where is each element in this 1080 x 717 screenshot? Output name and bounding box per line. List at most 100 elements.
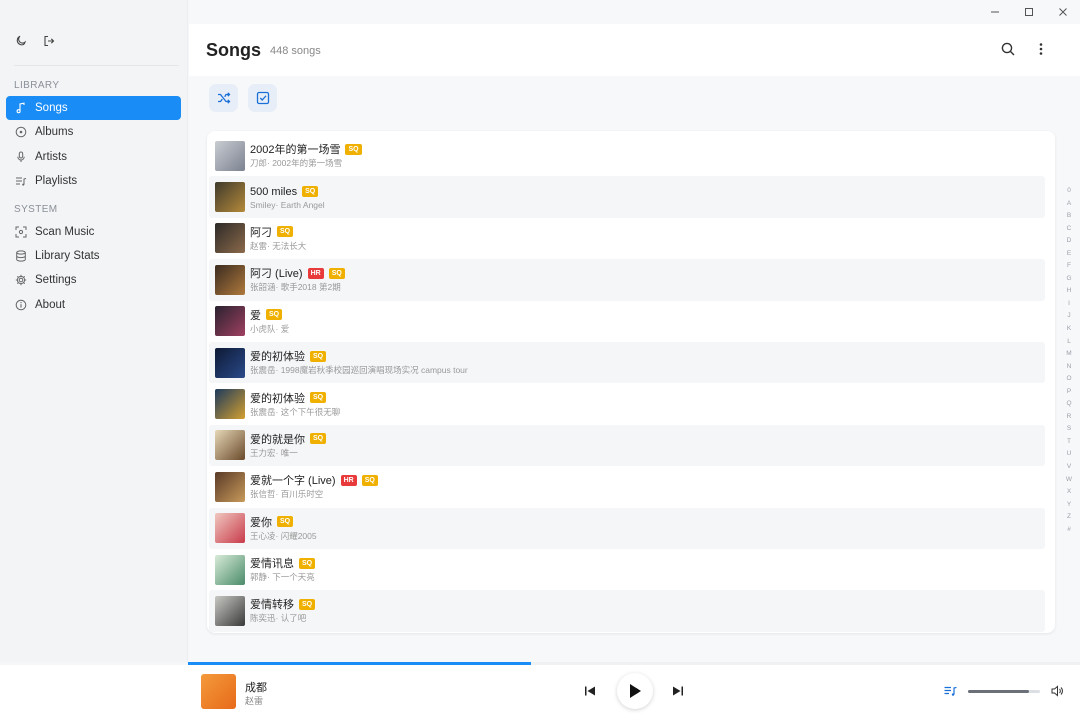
alphabet-index-letter[interactable]: # xyxy=(1067,524,1071,537)
song-title: 爱情转移 xyxy=(250,599,294,612)
alphabet-index-letter[interactable]: O xyxy=(1066,373,1071,386)
song-title-line: 爱就一个字 (Live) HR SQ xyxy=(250,473,378,487)
song-info: 阿刁 (Live) HR SQ 张韶涵· 歌手2018 第2期 xyxy=(250,266,345,293)
now-playing-cover[interactable] xyxy=(201,674,236,709)
song-row[interactable]: 爱的初体验 SQ 张震岳· 这个下午很无聊 xyxy=(209,383,1045,424)
alphabet-index-letter[interactable]: F xyxy=(1067,260,1071,273)
alphabet-index-letter[interactable]: M xyxy=(1066,348,1071,361)
song-info: 爱 SQ 小虎队· 爱 xyxy=(250,308,289,335)
alphabet-index-letter[interactable]: Y xyxy=(1067,499,1071,512)
album-art-thumbnail xyxy=(215,595,245,626)
previous-button[interactable] xyxy=(582,683,598,699)
album-art-thumbnail xyxy=(215,471,245,502)
shuffle-button[interactable] xyxy=(209,84,238,112)
song-info: 2002年的第一场雪 SQ 刀郎· 2002年的第一场雪 xyxy=(250,142,362,169)
sidebar-item-label: About xyxy=(35,298,66,311)
song-title: 阿刁 (Live) xyxy=(250,268,303,281)
sidebar-item-playlists[interactable]: Playlists xyxy=(6,169,181,193)
info-icon xyxy=(14,298,28,312)
play-icon xyxy=(630,684,641,698)
alphabet-index-letter[interactable]: I xyxy=(1068,298,1070,311)
song-info: 爱就一个字 (Live) HR SQ 张信哲· 百川乐时空 xyxy=(250,473,378,500)
next-button[interactable] xyxy=(670,683,686,699)
alphabet-index-letter[interactable]: C xyxy=(1067,223,1072,236)
song-row[interactable]: 爱你 SQ 王心凌· 闪耀2005 xyxy=(209,507,1045,549)
alphabet-index-letter[interactable]: K xyxy=(1067,323,1071,336)
sidebar-item-settings[interactable]: Settings xyxy=(6,268,181,292)
alphabet-index-letter[interactable]: D xyxy=(1067,235,1072,248)
album-art-thumbnail xyxy=(215,554,245,585)
sq-quality-badge: SQ xyxy=(310,392,327,404)
album-art-thumbnail xyxy=(215,347,245,378)
sq-quality-badge: SQ xyxy=(361,474,378,486)
minimize-icon[interactable] xyxy=(978,0,1012,24)
alphabet-index-letter[interactable]: B xyxy=(1067,210,1071,223)
song-info: 爱的初体验 SQ 张震岳· 这个下午很无聊 xyxy=(250,391,340,418)
alphabet-index-letter[interactable]: H xyxy=(1067,285,1072,298)
alphabet-index-letter[interactable]: R xyxy=(1067,411,1072,424)
song-subtitle: 张震岳· 1998魔岩秋季校园巡回演唱现场实况 campus tour xyxy=(250,365,468,376)
song-row[interactable]: 爱情讯息 SQ 郭静· 下一个天亮 xyxy=(209,549,1045,590)
sidebar-item-artists[interactable]: Artists xyxy=(6,145,181,169)
window-controls xyxy=(978,0,1080,24)
logout-icon[interactable] xyxy=(42,34,56,48)
song-row[interactable]: 阿刁 SQ 赵雷· 无法长大 xyxy=(209,218,1045,259)
song-info: 爱的就是你 SQ 王力宏· 唯一 xyxy=(250,432,327,459)
album-art-thumbnail xyxy=(215,264,245,295)
skip-next-icon xyxy=(673,686,683,696)
maximize-icon[interactable] xyxy=(1012,0,1046,24)
scan-icon xyxy=(14,225,28,239)
song-row[interactable]: 爱情转移 SQ 陈奕迅· 认了吧 xyxy=(209,590,1045,632)
alphabet-index-letter[interactable]: W xyxy=(1066,474,1072,487)
song-title-line: 2002年的第一场雪 SQ xyxy=(250,142,362,156)
song-row[interactable]: 爱就一个字 (Live) HR SQ 张信哲· 百川乐时空 xyxy=(209,466,1045,507)
song-subtitle: 王心凌· 闪耀2005 xyxy=(250,530,317,541)
song-title-line: 爱的初体验 SQ xyxy=(250,349,468,363)
queue-button[interactable] xyxy=(943,684,957,698)
alphabet-index-letter[interactable]: A xyxy=(1067,198,1071,211)
song-title: 爱情讯息 xyxy=(250,558,294,571)
more-menu-icon[interactable] xyxy=(1033,41,1049,57)
album-art-thumbnail xyxy=(215,389,245,420)
page-header: Songs 448 songs xyxy=(189,24,1080,76)
hr-quality-badge: HR xyxy=(340,474,357,486)
alphabet-index-letter[interactable]: Z xyxy=(1067,511,1071,524)
alphabet-index-letter[interactable]: S xyxy=(1067,423,1071,436)
play-button[interactable] xyxy=(617,673,653,709)
sidebar-item-albums[interactable]: Albums xyxy=(6,120,181,144)
alphabet-index-letter[interactable]: 0 xyxy=(1067,185,1071,198)
alphabet-index-letter[interactable]: U xyxy=(1067,448,1072,461)
main-content: Songs 448 songs 2002年的第一场雪 SQ 刀郎· 2002年的第一… xyxy=(189,0,1080,662)
sidebar-item-scan-music[interactable]: Scan Music xyxy=(6,220,181,244)
volume-slider[interactable] xyxy=(968,690,1040,693)
alphabet-index-letter[interactable]: E xyxy=(1067,248,1071,261)
now-playing-artist: 赵雷 xyxy=(245,696,264,706)
alphabet-index-letter[interactable]: X xyxy=(1067,486,1071,499)
song-row[interactable]: 500 miles SQ Smiley· Earth Angel xyxy=(209,176,1045,218)
alphabet-index-letter[interactable]: T xyxy=(1067,436,1071,449)
search-icon[interactable] xyxy=(1000,41,1016,57)
alphabet-index-letter[interactable]: J xyxy=(1067,310,1070,323)
sidebar-item-library-stats[interactable]: Library Stats xyxy=(6,244,181,268)
song-row[interactable]: 2002年的第一场雪 SQ 刀郎· 2002年的第一场雪 xyxy=(209,135,1045,176)
alphabet-index-letter[interactable]: P xyxy=(1067,386,1071,399)
alphabet-index-letter[interactable]: N xyxy=(1067,361,1072,374)
moon-icon[interactable] xyxy=(14,34,28,48)
alphabet-index-letter[interactable]: L xyxy=(1067,336,1071,349)
album-art-thumbnail xyxy=(215,223,245,254)
sidebar-item-songs[interactable]: Songs xyxy=(6,96,181,120)
song-row[interactable]: 阿刁 (Live) HR SQ 张韶涵· 歌手2018 第2期 xyxy=(209,259,1045,301)
alphabet-index-letter[interactable]: V xyxy=(1067,461,1071,474)
volume-button[interactable] xyxy=(1050,684,1064,698)
sidebar-item-about[interactable]: About xyxy=(6,293,181,317)
disc-icon xyxy=(14,125,28,139)
song-row[interactable]: 爱 SQ 小虎队· 爱 xyxy=(209,301,1045,342)
alphabet-index-letter[interactable]: G xyxy=(1066,273,1071,286)
sq-quality-badge: SQ xyxy=(277,516,294,528)
song-row[interactable]: 爱的就是你 SQ 王力宏· 唯一 xyxy=(209,424,1045,467)
select-button[interactable] xyxy=(248,84,277,112)
close-icon[interactable] xyxy=(1046,0,1080,24)
sq-quality-badge: SQ xyxy=(299,598,316,610)
song-row[interactable]: 爱的初体验 SQ 张震岳· 1998魔岩秋季校园巡回演唱现场实况 campus to… xyxy=(209,341,1045,384)
alphabet-index-letter[interactable]: Q xyxy=(1066,398,1071,411)
